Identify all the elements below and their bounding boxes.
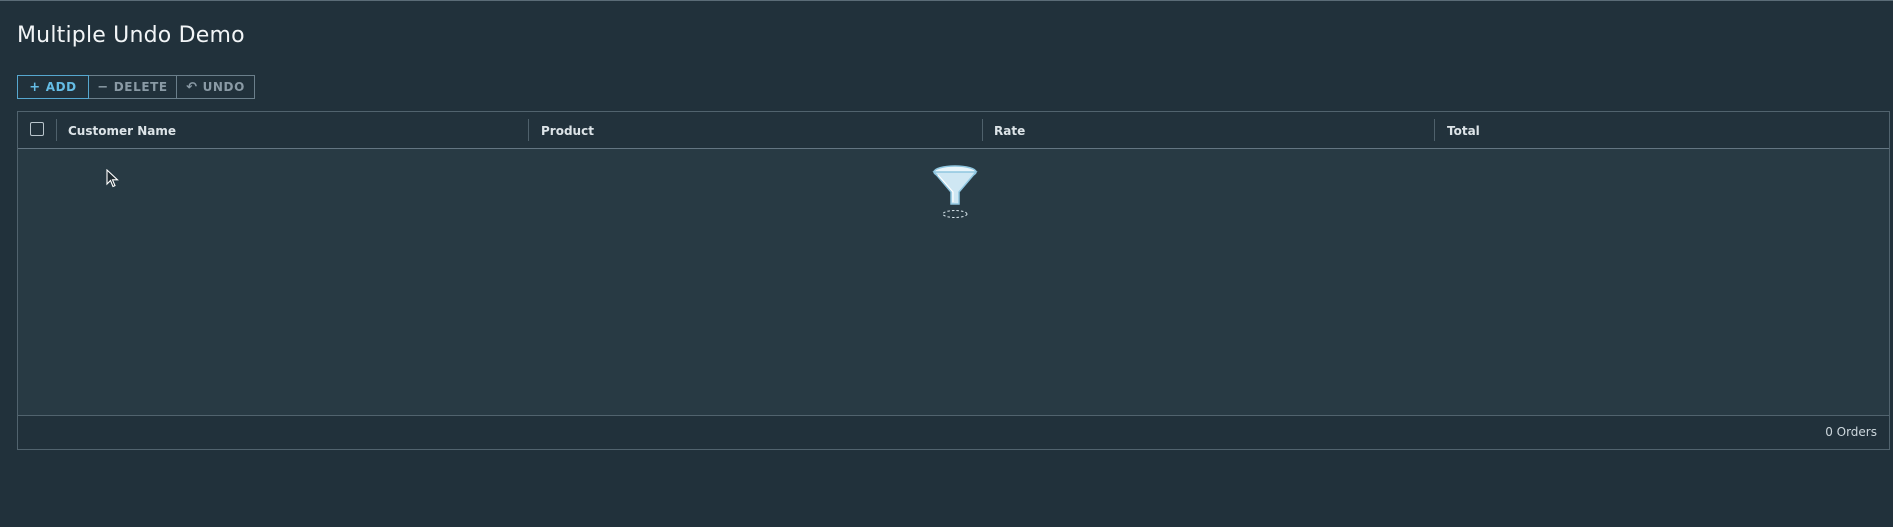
column-separator[interactable] [982, 119, 983, 141]
order-count: 0 Orders [1825, 425, 1877, 439]
delete-button-label: DELETE [113, 80, 168, 94]
column-header-total[interactable]: Total [1447, 124, 1480, 138]
select-all-checkbox[interactable] [30, 122, 44, 136]
delete-button[interactable]: − DELETE [88, 75, 177, 99]
add-button-label: ADD [45, 80, 77, 94]
column-header-customer-name[interactable]: Customer Name [68, 124, 176, 138]
column-separator[interactable] [528, 119, 529, 141]
toolbar-button-group: + ADD − DELETE ↶ UNDO [17, 75, 255, 99]
column-separator[interactable] [56, 119, 57, 141]
page-title: Multiple Undo Demo [17, 23, 245, 48]
plus-icon: + [29, 79, 41, 95]
undo-icon: ↶ [186, 79, 198, 95]
mouse-cursor-icon [106, 169, 119, 188]
column-separator[interactable] [1434, 119, 1435, 141]
column-header-rate[interactable]: Rate [994, 124, 1025, 138]
minus-icon: − [97, 79, 109, 95]
funnel-icon [932, 165, 978, 218]
column-header-product[interactable]: Product [541, 124, 594, 138]
orders-grid: Customer Name Product Rate Total 0 Order… [17, 111, 1890, 450]
add-button[interactable]: + ADD [17, 75, 89, 99]
grid-footer: 0 Orders [18, 415, 1889, 449]
grid-header: Customer Name Product Rate Total [18, 112, 1889, 149]
undo-button[interactable]: ↶ UNDO [176, 75, 255, 99]
app-page: Multiple Undo Demo + ADD − DELETE ↶ UNDO… [0, 0, 1893, 527]
undo-button-label: UNDO [202, 80, 245, 94]
